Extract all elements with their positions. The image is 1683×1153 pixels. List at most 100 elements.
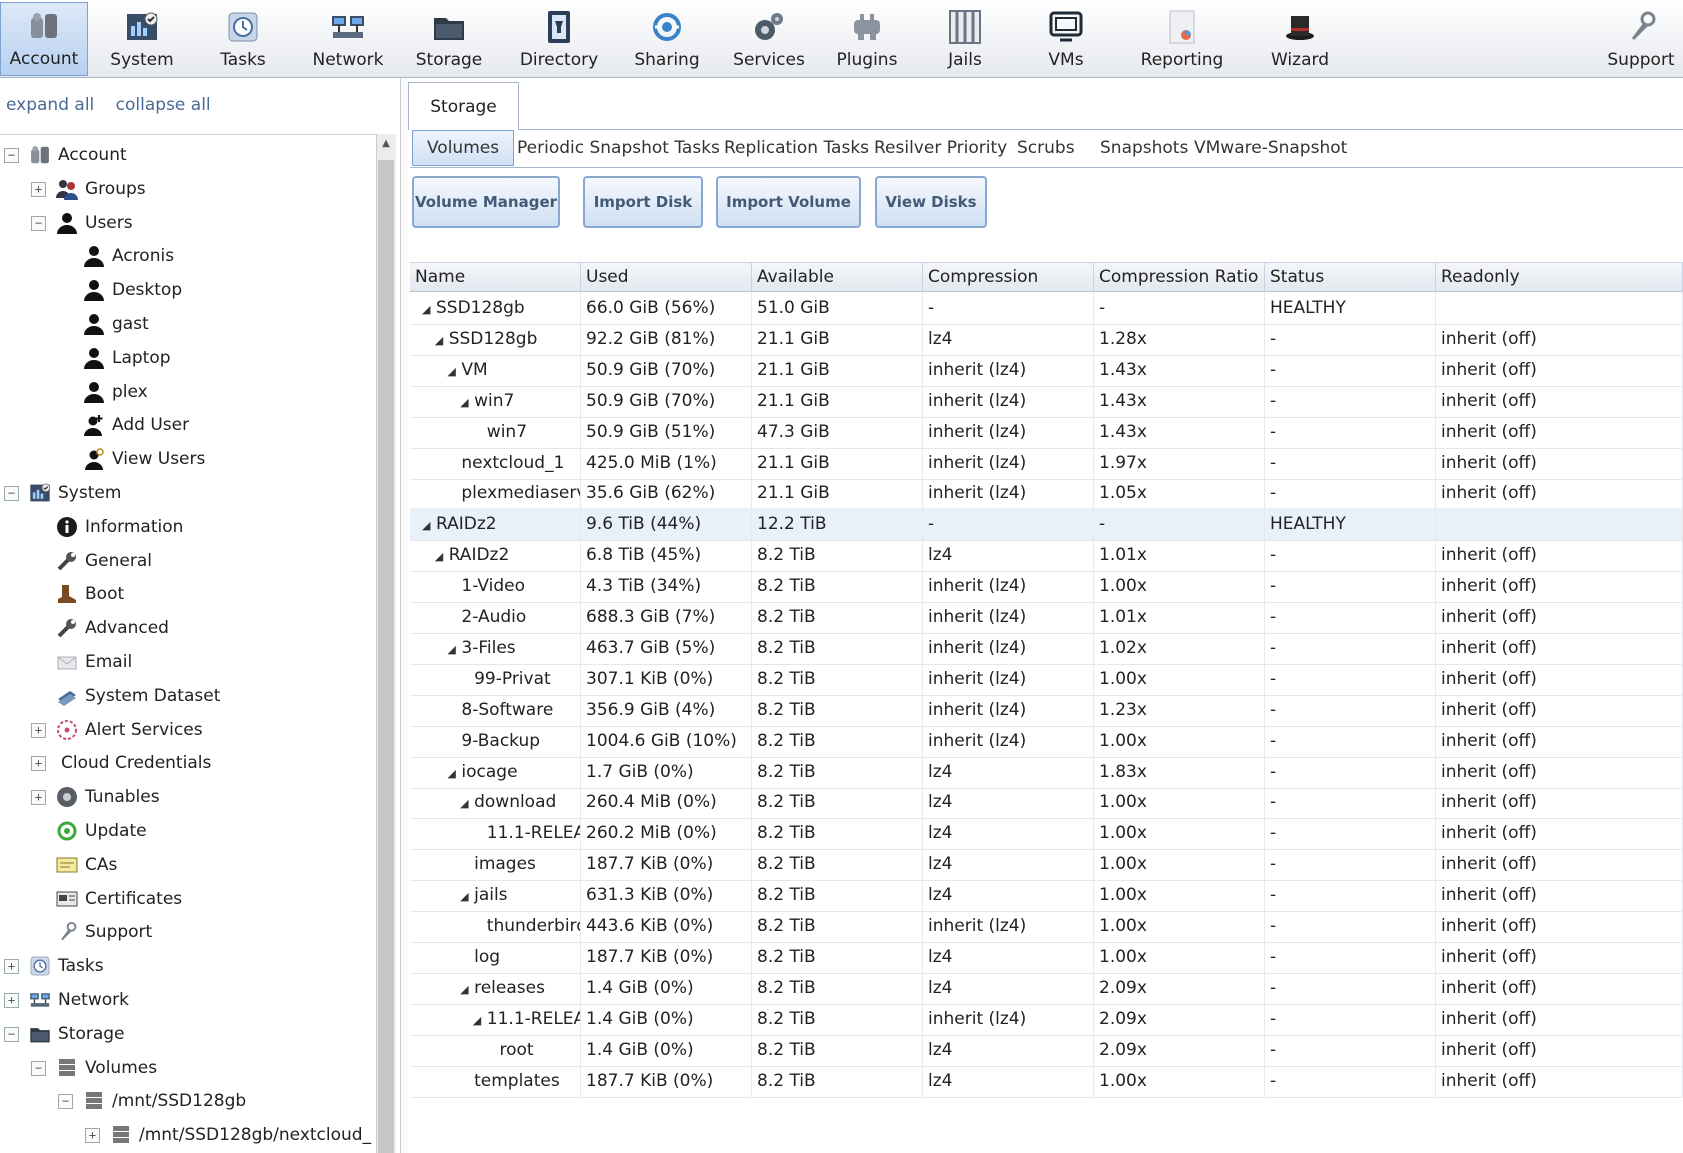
tree-item[interactable]: plex xyxy=(82,377,148,407)
subtab-periodic-snapshot-tasks[interactable]: Periodic Snapshot Tasks xyxy=(517,130,720,166)
table-row[interactable]: templates 187.7 KiB (0%) 8.2 TiB lz4 1.00x - i… xyxy=(410,1064,1683,1098)
tree-toggle-icon[interactable]: + xyxy=(85,1128,100,1144)
table-row[interactable]: win7 50.9 GiB (51%) 47.3 GiB inherit (lz4) 1… xyxy=(410,415,1683,449)
table-row[interactable]: 9-Backup 1004.6 GiB (10%) 8.2 TiB inherit (… xyxy=(410,724,1683,758)
column-header-used[interactable]: Used xyxy=(581,263,752,292)
table-row[interactable]: 11.1-RELEAS260.2 MiB (0%)8.2 TiBlz41.00x… xyxy=(410,817,1683,851)
tree-toggle-icon[interactable]: − xyxy=(58,1094,73,1110)
tree-item[interactable]: View Users xyxy=(82,444,205,474)
tree-item[interactable]: Update xyxy=(55,816,147,846)
column-header-status[interactable]: Status xyxy=(1265,263,1436,292)
table-row[interactable]: ◢ RAIDz2 9.6 TiB (44%) 12.2 TiB - - HEALTHY xyxy=(410,508,1683,542)
column-header-compression-ratio[interactable]: Compression Ratio xyxy=(1094,263,1265,292)
tree-item[interactable]: /mnt/SSD128gb/nextcloud_ xyxy=(109,1120,371,1150)
tree-scrollbar-thumb[interactable] xyxy=(378,160,394,1153)
nav-network-button[interactable]: Network xyxy=(293,2,403,76)
table-row[interactable]: plexmediaserve35.6 GiB (62%)21.1 GiBinhe… xyxy=(410,477,1683,511)
subtab-vmware-snapshot[interactable]: VMware-Snapshot xyxy=(1194,130,1347,166)
tree-item[interactable]: Users xyxy=(55,208,133,238)
table-row[interactable]: ◢ SSD128gb 92.2 GiB (81%) 21.1 GiB lz4 1.28x -… xyxy=(410,322,1683,356)
tree-toggle-icon[interactable]: + xyxy=(31,790,46,806)
subtab-snapshots[interactable]: Snapshots xyxy=(1100,130,1188,166)
expand-triangle-icon[interactable]: ◢ xyxy=(460,973,474,1005)
tree-item[interactable]: Boot xyxy=(55,579,124,609)
nav-wizard-button[interactable]: Wizard xyxy=(1240,2,1360,76)
import-volume-button[interactable]: Import Volume xyxy=(716,176,861,228)
nav-directory-button[interactable]: Directory xyxy=(499,2,619,76)
tree-item[interactable]: gast xyxy=(82,309,149,339)
nav-reporting-button[interactable]: Reporting xyxy=(1122,2,1242,76)
column-header-available[interactable]: Available xyxy=(752,263,923,292)
table-row[interactable]: images 187.7 KiB (0%) 8.2 TiB lz4 1.00x - inhe… xyxy=(410,848,1683,882)
view-disks-button[interactable]: View Disks xyxy=(875,176,987,228)
tree-item[interactable]: Support xyxy=(55,917,152,947)
tree-item[interactable]: System Dataset xyxy=(55,681,220,711)
nav-system-button[interactable]: System xyxy=(92,2,192,76)
tree-item[interactable]: /mnt/SSD128gb xyxy=(82,1086,246,1116)
table-row[interactable]: log 187.7 KiB (0%) 8.2 TiB lz4 1.00x - inherit… xyxy=(410,940,1683,974)
tree-item[interactable]: Advanced xyxy=(55,613,169,643)
tree-item[interactable]: Groups xyxy=(55,174,146,204)
collapse-all-link[interactable]: collapse all xyxy=(116,95,211,115)
tree-item[interactable]: Acronis xyxy=(82,241,174,271)
expand-triangle-icon[interactable]: ◢ xyxy=(460,787,474,819)
expand-triangle-icon[interactable]: ◢ xyxy=(435,540,449,572)
tree-toggle-icon[interactable]: − xyxy=(31,215,46,231)
expand-triangle-icon[interactable]: ◢ xyxy=(435,324,449,356)
nav-vms-button[interactable]: VMs xyxy=(1016,2,1116,76)
subtab-replication-tasks[interactable]: Replication Tasks xyxy=(724,130,869,166)
expand-triangle-icon[interactable]: ◢ xyxy=(447,355,461,387)
volume-manager-button[interactable]: Volume Manager xyxy=(412,176,560,228)
table-row[interactable]: ◢11.1-RELEAS1.4 GiB (0%)8.2 TiBinherit (… xyxy=(410,1002,1683,1036)
table-row[interactable]: nextcloud_1 425.0 MiB (1%) 21.1 GiB inherit… xyxy=(410,446,1683,480)
expand-triangle-icon[interactable]: ◢ xyxy=(422,293,436,325)
tree-toggle-icon[interactable]: − xyxy=(4,1026,19,1042)
table-row[interactable]: 8-Software 356.9 GiB (4%) 8.2 TiB inherit (… xyxy=(410,693,1683,727)
tree-item[interactable]: Network xyxy=(28,985,129,1015)
table-row[interactable]: thunderbird 443.6 KiB (0%) 8.2 TiB inherit … xyxy=(410,910,1683,943)
expand-triangle-icon[interactable]: ◢ xyxy=(447,757,461,789)
column-header-readonly[interactable]: Readonly xyxy=(1436,263,1683,292)
table-row[interactable]: 2-Audio 688.3 GiB (7%) 8.2 TiB inherit (lz4… xyxy=(410,601,1683,634)
nav-account-button[interactable]: Account xyxy=(0,2,88,76)
table-row[interactable]: ◢ releases 1.4 GiB (0%) 8.2 TiB lz4 2.09x - inh… xyxy=(410,971,1683,1005)
expand-triangle-icon[interactable]: ◢ xyxy=(460,386,474,418)
column-header-name[interactable]: Name xyxy=(410,263,581,292)
tree-toggle-icon[interactable]: + xyxy=(31,181,46,197)
nav-support-button[interactable]: Support xyxy=(1598,2,1683,76)
tree-item[interactable]: Volumes xyxy=(55,1053,157,1083)
table-row[interactable]: ◢ jails 631.3 KiB (0%) 8.2 TiB lz4 1.00x - inhe… xyxy=(410,879,1683,913)
table-row[interactable]: ◢ VM 50.9 GiB (70%) 21.1 GiB inherit (lz4) 1.… xyxy=(410,353,1683,387)
tree-item[interactable]: Information xyxy=(55,512,183,542)
tree-item[interactable]: Account xyxy=(28,140,127,170)
table-row[interactable]: ◢ download 260.4 MiB (0%) 8.2 TiB lz4 1.00x - i… xyxy=(410,786,1683,820)
tree-toggle-icon[interactable]: + xyxy=(31,722,46,738)
table-row[interactable]: ◢ 3-Files 463.7 GiB (5%) 8.2 TiB inherit (lz… xyxy=(410,631,1683,665)
table-row[interactable]: ◢ RAIDz2 6.8 TiB (45%) 8.2 TiB lz4 1.01x - inhe… xyxy=(410,539,1683,573)
panel-splitter[interactable] xyxy=(400,78,408,1153)
expand-triangle-icon[interactable]: ◢ xyxy=(473,1004,487,1036)
tree-item[interactable]: Tasks xyxy=(28,951,104,981)
tree-toggle-icon[interactable]: − xyxy=(4,486,19,501)
table-row[interactable]: ◢ win7 50.9 GiB (70%) 21.1 GiB inherit (lz4)… xyxy=(410,384,1683,418)
table-row[interactable]: 1-Video 4.3 TiB (34%) 8.2 TiB inherit (lz4)… xyxy=(410,570,1683,604)
subtab-scrubs[interactable]: Scrubs xyxy=(1017,130,1075,166)
tab-storage[interactable]: Storage xyxy=(408,82,519,130)
tree-item[interactable]: Storage xyxy=(28,1019,125,1049)
expand-all-link[interactable]: expand all xyxy=(6,95,94,115)
tree-item[interactable]: Desktop xyxy=(82,275,182,305)
tree-item[interactable]: Certificates xyxy=(55,884,182,914)
table-row[interactable]: root 1.4 GiB (0%) 8.2 TiB lz4 2.09x - inherit … xyxy=(410,1033,1683,1067)
expand-triangle-icon[interactable]: ◢ xyxy=(422,509,436,541)
tree-toggle-icon[interactable]: − xyxy=(4,148,19,163)
table-row[interactable]: 99-Privat 307.1 KiB (0%) 8.2 TiB inherit (l… xyxy=(410,662,1683,696)
column-header-compression[interactable]: Compression xyxy=(923,263,1094,292)
tree-toggle-icon[interactable]: + xyxy=(4,993,19,1008)
tree-item[interactable]: Add User xyxy=(82,410,189,440)
expand-triangle-icon[interactable]: ◢ xyxy=(460,880,474,912)
tree-toggle-icon[interactable]: + xyxy=(4,959,19,975)
nav-storage-button[interactable]: Storage xyxy=(397,2,501,76)
tree-item[interactable]: CAs xyxy=(55,850,117,880)
tree-item[interactable]: System xyxy=(28,478,121,508)
expand-triangle-icon[interactable]: ◢ xyxy=(447,633,461,665)
